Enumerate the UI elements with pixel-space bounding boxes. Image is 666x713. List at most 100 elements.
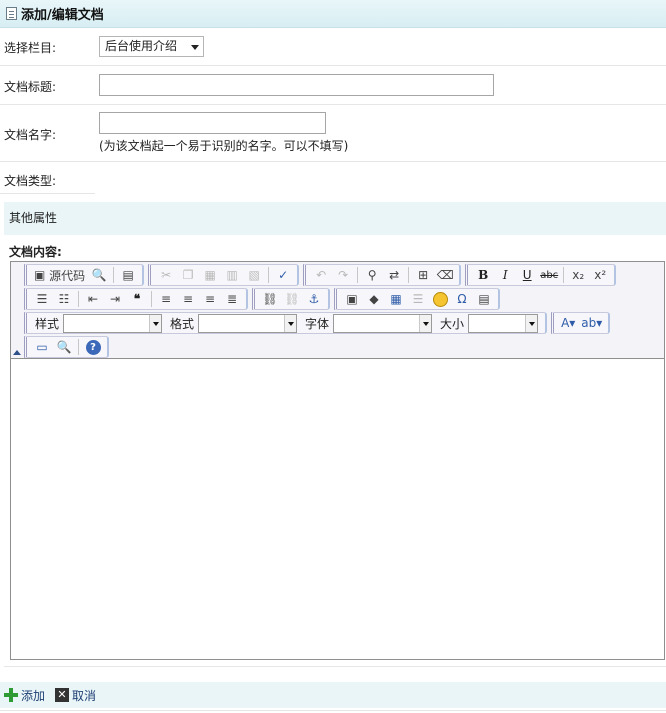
table-icon[interactable]: ▦	[385, 289, 407, 309]
spellcheck-icon[interactable]: ✓	[272, 265, 294, 285]
type-label: 文档类型:	[4, 174, 57, 188]
size-combo[interactable]	[468, 313, 539, 333]
content-label: 文档内容:	[9, 245, 62, 259]
page-title: 添加/编辑文档	[21, 8, 104, 23]
separator	[78, 291, 79, 307]
special-char-icon[interactable]: Ω	[451, 289, 473, 309]
plus-icon[interactable]	[4, 688, 18, 702]
show-blocks-icon[interactable]: 🔍	[53, 337, 75, 357]
preview-icon[interactable]: 🔍	[88, 265, 110, 285]
rich-text-editor: ▣ 源代码 🔍 ▤ ✂ ❐ ▦ ▥ ▧ ✓ ↶ ↷ ⚲ ⇄ ⊞ ⌫ B I U …	[10, 261, 665, 660]
strikethrough-icon[interactable]: abc	[538, 265, 560, 285]
separator	[78, 339, 79, 355]
superscript-icon[interactable]: x²	[589, 265, 611, 285]
toolbar-group-colors: A▾ ab▾	[551, 312, 611, 334]
bold-icon[interactable]: B	[472, 265, 494, 285]
background-color-icon[interactable]: ab▾	[578, 313, 605, 333]
editor-content-area[interactable]	[11, 360, 664, 659]
link-icon[interactable]: ⛓	[259, 289, 281, 309]
flash-icon[interactable]: ◆	[363, 289, 385, 309]
name-row: 文档名字: (为该文档起一个易于识别的名字。可以不填写)	[0, 105, 666, 162]
align-left-icon[interactable]: ≡	[155, 289, 177, 309]
separator	[357, 267, 359, 283]
font-combo[interactable]	[333, 313, 433, 333]
name-input[interactable]	[99, 112, 326, 134]
outdent-icon[interactable]: ⇤	[82, 289, 104, 309]
chevron-down-icon	[191, 45, 199, 50]
paste-word-icon[interactable]: ▧	[243, 265, 265, 285]
templates-icon[interactable]: ▤	[117, 265, 139, 285]
page-header: 添加/编辑文档	[0, 0, 666, 28]
numbered-list-icon[interactable]: ☰	[31, 289, 53, 309]
undo-icon[interactable]: ↶	[310, 265, 332, 285]
toolbar-row-3: 样式 格式 字体 大小 A▾ ab▾	[24, 311, 614, 335]
text-color-icon[interactable]: A▾	[558, 313, 578, 333]
replace-icon[interactable]: ⇄	[383, 265, 405, 285]
separator	[268, 267, 270, 283]
other-attributes-toggle[interactable]: 其他属性	[4, 202, 666, 235]
toolbar-row-2: ☰ ☷ ⇤ ⇥ ❝ ≡ ≡ ≡ ≣ ⛓ ⛓ ⚓ ▣ ◆ ▦ ☰ Ω ▤	[24, 287, 504, 311]
chevron-down-icon	[149, 314, 162, 332]
page-break-icon[interactable]: ▤	[473, 289, 495, 309]
align-center-icon[interactable]: ≡	[177, 289, 199, 309]
remove-format-icon[interactable]: ⌫	[434, 265, 456, 285]
align-justify-icon[interactable]: ≣	[221, 289, 243, 309]
paste-icon[interactable]: ▦	[199, 265, 221, 285]
separator	[151, 291, 152, 307]
unlink-icon[interactable]: ⛓	[281, 289, 303, 309]
horizontal-rule-icon[interactable]: ☰	[407, 289, 429, 309]
cancel-button[interactable]: 取消	[72, 687, 96, 704]
italic-icon[interactable]: I	[494, 265, 516, 285]
separator	[563, 267, 565, 283]
close-icon[interactable]: ✕	[55, 688, 70, 702]
editor-toolbar: ▣ 源代码 🔍 ▤ ✂ ❐ ▦ ▥ ▧ ✓ ↶ ↷ ⚲ ⇄ ⊞ ⌫ B I U …	[11, 262, 664, 359]
source-label: 源代码	[49, 268, 86, 283]
redo-icon[interactable]: ↷	[332, 265, 354, 285]
cut-icon[interactable]: ✂	[155, 265, 177, 285]
indent-icon[interactable]: ⇥	[104, 289, 126, 309]
source-icon: ▣	[34, 268, 46, 282]
style-label: 样式	[35, 316, 60, 331]
maximize-icon[interactable]: ▭	[31, 337, 53, 357]
divider	[4, 666, 666, 667]
title-input[interactable]	[99, 74, 494, 96]
toolbar-group-basic-styles: B I U abc x₂ x²	[465, 264, 617, 286]
paste-text-icon[interactable]: ▥	[221, 265, 243, 285]
chevron-down-icon	[284, 314, 297, 332]
blockquote-icon[interactable]: ❝	[126, 289, 148, 309]
about-button[interactable]: ?	[82, 337, 104, 357]
format-label: 格式	[170, 316, 195, 331]
bulleted-list-icon[interactable]: ☷	[53, 289, 75, 309]
toolbar-group-lists: ☰ ☷ ⇤ ⇥ ❝ ≡ ≡ ≡ ≣	[24, 288, 248, 310]
align-right-icon[interactable]: ≡	[199, 289, 221, 309]
anchor-icon[interactable]: ⚓	[303, 289, 325, 309]
section-row: 选择栏目: 后台使用介绍	[0, 28, 666, 66]
type-row: 文档类型:	[0, 162, 666, 194]
separator	[408, 267, 410, 283]
chevron-down-icon	[419, 314, 432, 332]
section-select[interactable]: 后台使用介绍	[99, 36, 204, 57]
underline-icon[interactable]: U	[516, 265, 538, 285]
image-icon[interactable]: ▣	[341, 289, 363, 309]
style-combo[interactable]	[63, 313, 163, 333]
action-bar: 添加 ✕ 取消	[0, 682, 666, 708]
smiley-button[interactable]	[429, 289, 451, 309]
source-button[interactable]: ▣ 源代码	[31, 265, 88, 285]
subscript-icon[interactable]: x₂	[567, 265, 589, 285]
section-select-value: 后台使用介绍	[105, 39, 178, 53]
toolbar-row-1: ▣ 源代码 🔍 ▤ ✂ ❐ ▦ ▥ ▧ ✓ ↶ ↷ ⚲ ⇄ ⊞ ⌫ B I U …	[24, 263, 620, 287]
collapse-toolbar-icon[interactable]	[13, 350, 21, 355]
divider	[0, 710, 666, 711]
copy-icon[interactable]: ❐	[177, 265, 199, 285]
title-row: 文档标题:	[0, 66, 666, 105]
toolbar-row-4: ▭ 🔍 ?	[24, 335, 113, 359]
toolbar-group-document: ▣ 源代码 🔍 ▤	[24, 264, 145, 286]
toolbar-group-insert: ▣ ◆ ▦ ☰ Ω ▤	[334, 288, 500, 310]
name-label: 文档名字:	[4, 128, 57, 142]
find-icon[interactable]: ⚲	[361, 265, 383, 285]
format-combo[interactable]	[198, 313, 298, 333]
toolbar-group-edit: ↶ ↷ ⚲ ⇄ ⊞ ⌫	[303, 264, 462, 286]
separator	[113, 267, 115, 283]
add-button[interactable]: 添加	[21, 687, 45, 704]
select-all-icon[interactable]: ⊞	[412, 265, 434, 285]
